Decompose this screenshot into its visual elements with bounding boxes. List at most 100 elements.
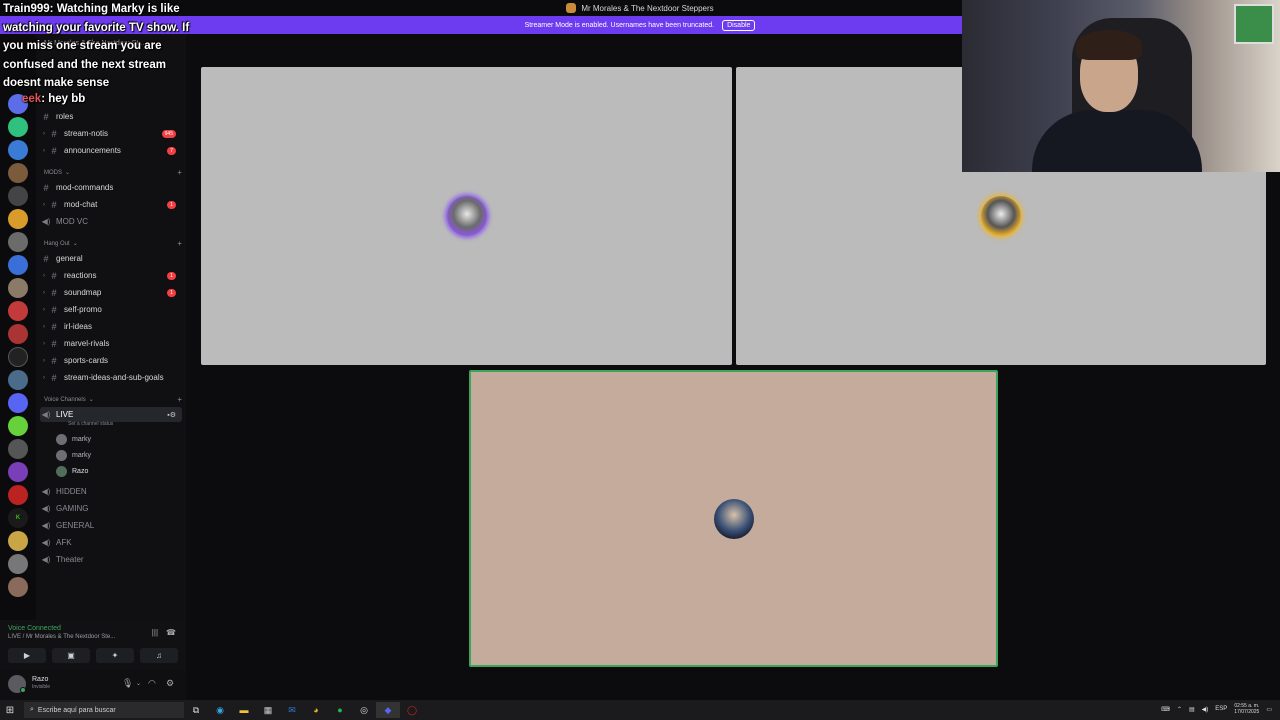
channel-mod-chat[interactable]: › # mod-chat 1 xyxy=(40,197,182,212)
add-channel-icon[interactable]: + xyxy=(177,395,182,404)
channel-stream-notis[interactable]: › # stream-notis 945 xyxy=(40,126,182,141)
taskbar-search[interactable]: ⌕ Escribe aquí para buscar xyxy=(24,702,184,718)
channel-irl-ideas[interactable]: › # irl-ideas xyxy=(40,319,182,334)
discord-icon[interactable]: ◆ xyxy=(376,702,400,718)
server-title: Mr Morales & The Nextdoor Steppers xyxy=(581,3,714,13)
server-icon-3[interactable] xyxy=(8,140,28,160)
chrome-icon[interactable]: ◕ xyxy=(304,702,328,718)
channel-announcements[interactable]: › # announcements 7 xyxy=(40,143,182,158)
add-channel-icon[interactable]: + xyxy=(177,239,182,248)
notification-icon[interactable]: ▭ xyxy=(1266,706,1272,713)
server-icon-12[interactable] xyxy=(8,347,28,367)
server-icon-10[interactable] xyxy=(8,301,28,321)
voice-channel-live[interactable]: ◀) LIVE ▪⚙ xyxy=(40,407,182,422)
server-icon-21[interactable] xyxy=(8,554,28,574)
voice-tile-1[interactable] xyxy=(201,67,732,365)
server-icon-5[interactable] xyxy=(8,186,28,206)
server-icon-9[interactable] xyxy=(8,278,28,298)
activity-button[interactable]: ✦ xyxy=(96,648,134,663)
chevron-icon: › xyxy=(43,130,45,137)
app-icon[interactable]: ◯ xyxy=(400,702,424,718)
windows-start-icon[interactable]: ⊞ xyxy=(0,705,20,716)
server-icon-20[interactable] xyxy=(8,531,28,551)
stream-chat-message-2: eek: hey bb xyxy=(22,93,85,105)
disable-streamer-mode-button[interactable]: Disable xyxy=(722,19,756,31)
camera-button[interactable]: ▶ xyxy=(8,648,46,663)
server-icon-7[interactable] xyxy=(8,232,28,252)
outlook-icon[interactable]: ✉ xyxy=(280,702,304,718)
voice-tile-speaking[interactable] xyxy=(469,370,998,667)
voice-channel-afk[interactable]: ◀) AFK xyxy=(40,535,182,550)
channel-reactions[interactable]: › # reactions 1 xyxy=(40,268,182,283)
channel-soundmap[interactable]: › # soundmap 1 xyxy=(40,285,182,300)
server-icon-16[interactable] xyxy=(8,439,28,459)
soundboard-button[interactable]: ♫ xyxy=(140,648,178,663)
channel-self-promo[interactable]: › # self-promo xyxy=(40,302,182,317)
channel-marvel-rivals[interactable]: › # marvel-rivals xyxy=(40,336,182,351)
voice-user[interactable]: Razo xyxy=(56,466,88,477)
channel-stream-ideas[interactable]: › # stream-ideas-and-sub-goals xyxy=(40,370,182,385)
keyboard-icon[interactable]: ⌨ xyxy=(1161,706,1170,713)
clock[interactable]: 02:55 a. m. 17/07/2025 xyxy=(1234,703,1259,715)
server-icon-18[interactable] xyxy=(8,485,28,505)
channel-mod-vc[interactable]: ◀) MOD VC xyxy=(40,214,182,229)
noise-suppression-icon[interactable]: ||| xyxy=(152,628,158,637)
channel-general[interactable]: # general xyxy=(40,251,182,266)
avatar xyxy=(56,466,67,477)
server-icon-15[interactable] xyxy=(8,416,28,436)
category-hangout[interactable]: Hang Out ⌄ + xyxy=(44,239,184,248)
chevron-up-icon[interactable]: ⌃ xyxy=(1177,706,1182,713)
server-icon-14[interactable] xyxy=(8,393,28,413)
search-icon: ⌕ xyxy=(30,706,34,713)
chevron-icon: › xyxy=(43,340,45,347)
kick-server-icon[interactable]: K xyxy=(8,508,28,528)
network-icon[interactable]: ▤ xyxy=(1189,706,1195,713)
avatar xyxy=(56,434,67,445)
category-voice-channels[interactable]: Voice Channels ⌄ + xyxy=(44,395,184,404)
voice-channel-hidden[interactable]: ◀) HIDDEN xyxy=(40,484,182,499)
voice-channel-gaming[interactable]: ◀) GAMING xyxy=(40,501,182,516)
file-explorer-icon[interactable]: ▬ xyxy=(232,702,256,718)
obs-icon[interactable]: ◎ xyxy=(352,702,376,718)
speaker-icon: ◀) xyxy=(41,538,51,547)
server-icon-22[interactable] xyxy=(8,577,28,597)
spotify-icon[interactable]: ● xyxy=(328,702,352,718)
add-channel-icon[interactable]: + xyxy=(177,168,182,177)
channel-mod-commands[interactable]: # mod-commands xyxy=(40,180,182,195)
channel-sports-cards[interactable]: › # sports-cards xyxy=(40,353,182,368)
voice-user[interactable]: marky xyxy=(56,434,91,445)
screen-share-button[interactable]: ▣ xyxy=(52,648,90,663)
server-icon-17[interactable] xyxy=(8,462,28,482)
voice-connected-subtitle[interactable]: LIVE / Mr Morales & The Nextdoor Ste... xyxy=(8,634,115,640)
store-icon[interactable]: ▦ xyxy=(256,702,280,718)
server-icon-2[interactable] xyxy=(8,117,28,137)
edge-icon[interactable]: ◉ xyxy=(208,702,232,718)
avatar xyxy=(713,498,754,539)
channel-status-placeholder[interactable]: Set a channel status xyxy=(68,421,113,427)
volume-icon[interactable]: ◀) xyxy=(1202,706,1209,713)
headphones-icon[interactable]: ◠ xyxy=(148,678,156,689)
language-indicator[interactable]: ESP xyxy=(1215,706,1227,712)
server-icon-6[interactable] xyxy=(8,209,28,229)
voice-connected-title[interactable]: Voice Connected xyxy=(8,625,61,632)
task-view-icon[interactable]: ⧉ xyxy=(184,702,208,718)
channel-sidebar: Mr Morales & The Nextdoor St... # roles ›… xyxy=(36,34,186,700)
server-icon-8[interactable] xyxy=(8,255,28,275)
status-dot xyxy=(20,687,26,693)
username[interactable]: Razo xyxy=(32,676,48,683)
mic-icon[interactable]: 🎙 xyxy=(122,678,133,689)
category-mods[interactable]: MODS ⌄ + xyxy=(44,168,184,177)
app-root: Mr Morales & The Nextdoor Steppers Strea… xyxy=(0,0,1280,720)
chevron-down-icon[interactable]: ⌄ xyxy=(136,680,141,687)
voice-channel-general[interactable]: ◀) GENERAL xyxy=(40,518,182,533)
hash-icon: # xyxy=(51,355,57,366)
server-icon-4[interactable] xyxy=(8,163,28,183)
voice-channel-theater[interactable]: ◀) Theater xyxy=(40,552,182,567)
gear-icon[interactable]: ⚙ xyxy=(166,678,174,689)
channel-roles[interactable]: # roles xyxy=(40,109,182,124)
server-icon-11[interactable] xyxy=(8,324,28,344)
server-icon-13[interactable] xyxy=(8,370,28,390)
chat-and-settings-icons[interactable]: ▪⚙ xyxy=(167,411,176,419)
voice-user[interactable]: marky xyxy=(56,450,91,461)
disconnect-icon[interactable]: ☎ xyxy=(166,628,176,637)
